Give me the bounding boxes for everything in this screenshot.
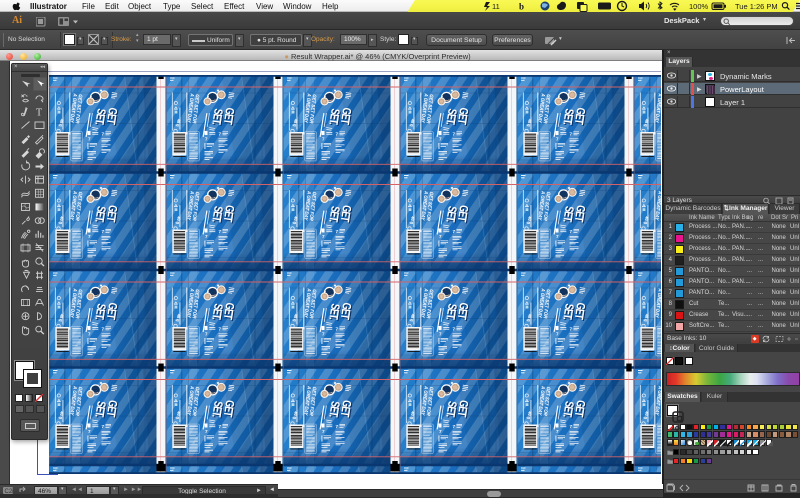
svg-text:11: 11 xyxy=(492,2,500,11)
svg-text:b: b xyxy=(519,2,524,12)
svg-text:100%: 100% xyxy=(689,2,709,11)
svg-text:Tue 1:26 PM: Tue 1:26 PM xyxy=(735,2,778,11)
svg-text:T: T xyxy=(36,107,42,118)
